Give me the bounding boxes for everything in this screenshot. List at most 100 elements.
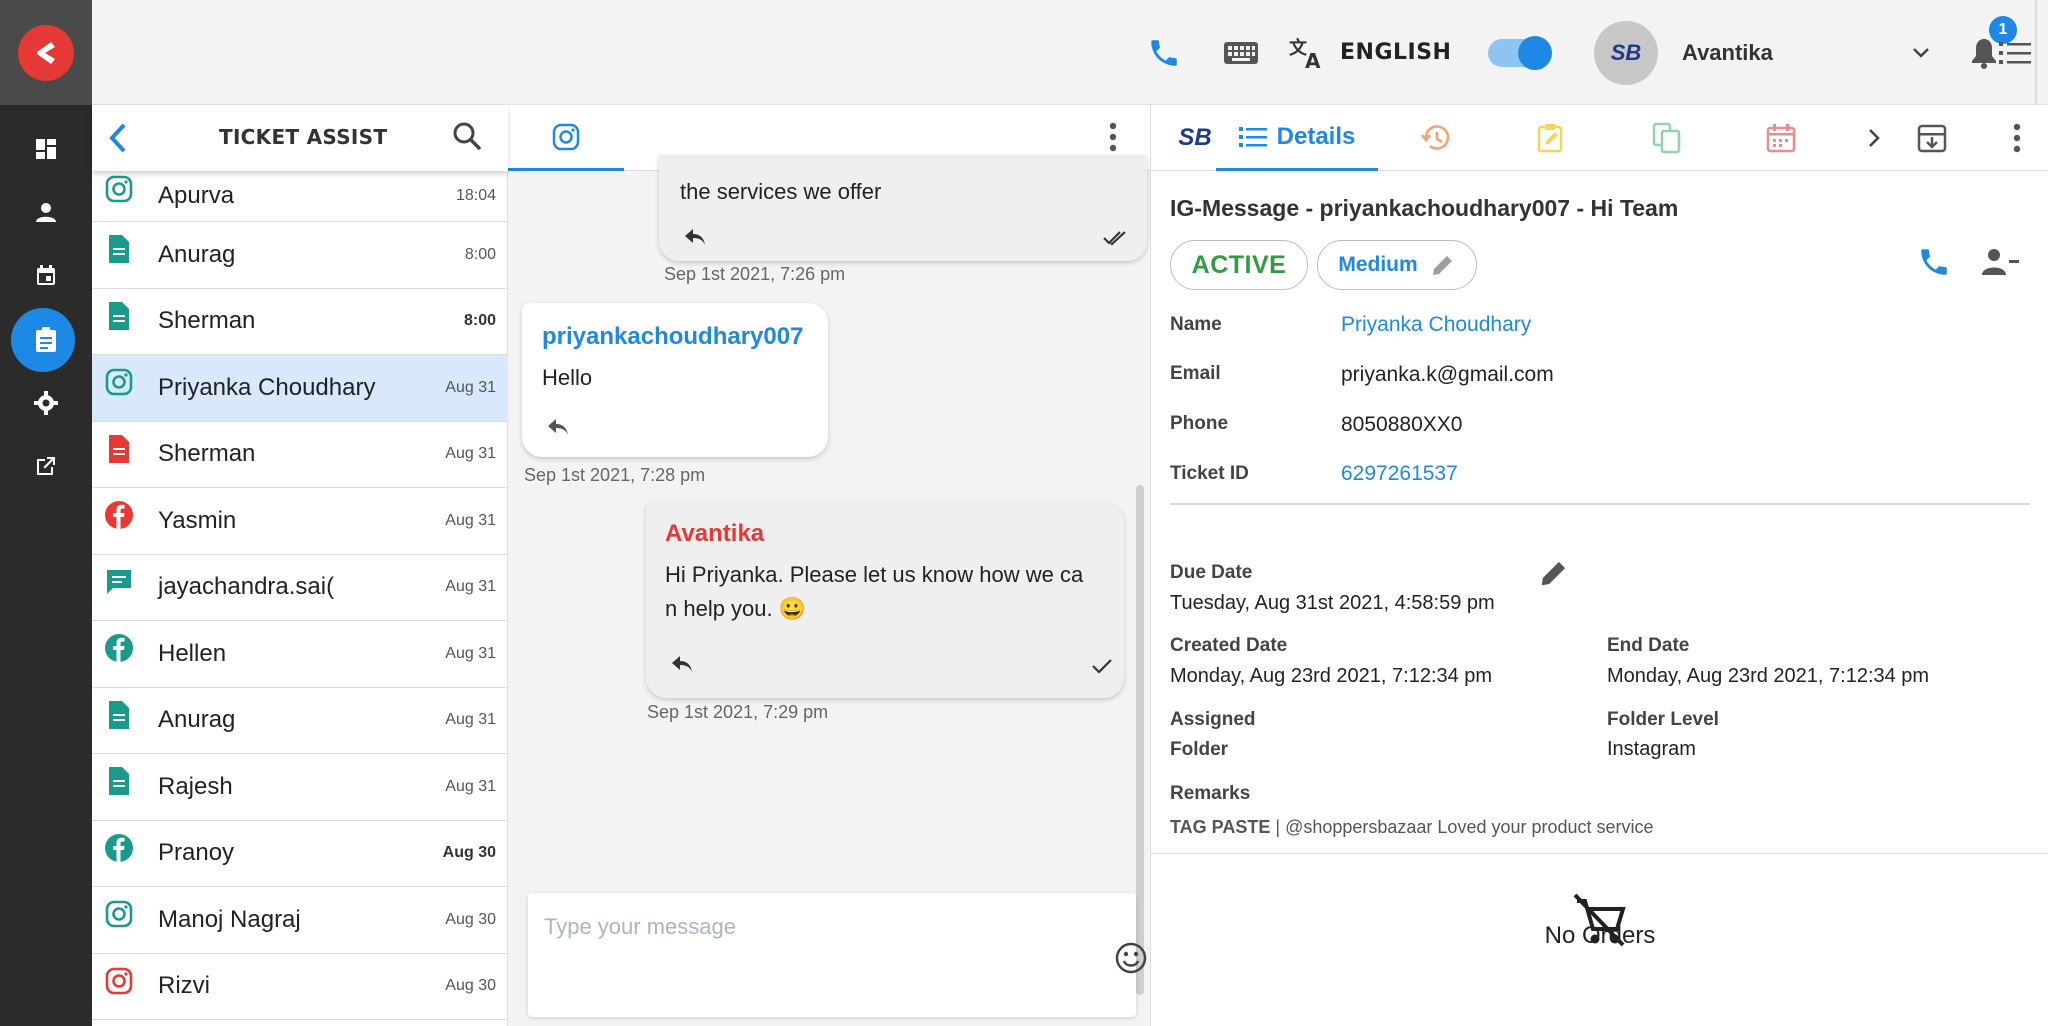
svg-text:A: A bbox=[1305, 49, 1321, 70]
ticket-row[interactable]: Priyanka Choudhary Aug 31 bbox=[92, 355, 508, 422]
ticket-row-time: Aug 31 bbox=[445, 378, 496, 396]
logo-circle bbox=[18, 24, 74, 81]
chevron-down-icon[interactable] bbox=[1912, 0, 1930, 105]
list-icon bbox=[1238, 126, 1267, 147]
ticket-id-value[interactable]: 6297261537 bbox=[1341, 462, 1458, 486]
ticket-row[interactable]: Yasmin Aug 31 bbox=[92, 488, 508, 555]
ticket-row-time: 8:00 bbox=[463, 312, 496, 330]
tab-details[interactable]: Details bbox=[1216, 105, 1378, 171]
ticket-row[interactable]: Anurag 8:00 bbox=[92, 222, 508, 289]
menu-list-icon[interactable] bbox=[1981, 0, 2048, 105]
copy-icon[interactable] bbox=[1642, 105, 1692, 171]
toggle-track bbox=[1488, 35, 1552, 70]
user-avatar[interactable]: SB bbox=[1594, 0, 1658, 105]
message-bubble-outgoing: the services we offer bbox=[659, 155, 1147, 261]
ticket-row[interactable]: Apurva 18:04 bbox=[92, 171, 508, 222]
pencil-icon bbox=[1432, 256, 1452, 275]
gear-icon[interactable] bbox=[0, 376, 92, 430]
calendar-icon[interactable] bbox=[1756, 105, 1806, 171]
translate-icon[interactable]: 文A bbox=[1289, 0, 1327, 105]
due-date-label: Due Date bbox=[1170, 562, 1253, 583]
message-input[interactable] bbox=[544, 907, 1064, 947]
ticket-row-name: Hellen bbox=[158, 639, 227, 667]
tab-instagram[interactable] bbox=[508, 105, 624, 171]
remarks-label: Remarks bbox=[1170, 783, 1251, 804]
app-logo[interactable] bbox=[0, 0, 92, 105]
history-icon[interactable] bbox=[1411, 105, 1461, 171]
ticket-list-panel: TICKET ASSIST Apurva 18:04 Anurag 8:00 Sherm… bbox=[92, 105, 508, 1026]
end-date-value: Monday, Aug 23rd 2021, 7:12:34 pm bbox=[1607, 665, 1930, 687]
status-toggle[interactable] bbox=[1488, 0, 1552, 105]
tab-brand[interactable]: SB bbox=[1173, 105, 1217, 171]
ticket-row[interactable]: Sherman 8:00 bbox=[92, 289, 508, 355]
message-sender: Avantika bbox=[665, 520, 765, 547]
clipboard-icon[interactable] bbox=[0, 313, 92, 367]
instagram-icon bbox=[104, 899, 134, 929]
chat-more-icon[interactable] bbox=[1108, 121, 1118, 158]
instagram-icon bbox=[104, 174, 134, 204]
ticket-row[interactable]: Anurag Aug 31 bbox=[92, 688, 508, 754]
calendar-icon[interactable] bbox=[0, 248, 92, 302]
ticket-row-time: Aug 30 bbox=[442, 844, 496, 862]
document-icon bbox=[104, 234, 134, 264]
phone-icon[interactable] bbox=[1147, 0, 1181, 105]
name-value[interactable]: Priyanka Choudhary bbox=[1341, 313, 1531, 337]
instagram-icon bbox=[104, 367, 134, 397]
search-icon[interactable] bbox=[451, 120, 483, 157]
message-timestamp: Sep 1st 2021, 7:26 pm bbox=[664, 264, 846, 284]
message-timestamp: Sep 1st 2021, 7:29 pm bbox=[647, 702, 829, 722]
emoji-icon[interactable] bbox=[1114, 941, 1148, 980]
chat-scrollbar[interactable] bbox=[1136, 485, 1144, 995]
facebook-icon bbox=[104, 633, 134, 663]
back-arrow-icon[interactable] bbox=[106, 121, 130, 160]
external-link-icon[interactable] bbox=[0, 439, 92, 493]
remarks-content: TAG PASTE | @shoppersbazaar Loved your p… bbox=[1170, 817, 1654, 838]
ticket-row[interactable]: jayachandra.sai(Aug 31 bbox=[92, 555, 508, 621]
orders-section: No Orders bbox=[1151, 853, 2048, 1026]
language-selector[interactable]: ENGLISH bbox=[1340, 0, 1451, 105]
brand-logo-icon: SB bbox=[1178, 124, 1212, 151]
user-icon[interactable] bbox=[0, 185, 92, 239]
document-icon bbox=[104, 434, 134, 464]
ticket-row[interactable]: Pranoy Aug 30 bbox=[92, 821, 508, 887]
call-icon[interactable] bbox=[1917, 245, 1951, 284]
reply-icon[interactable] bbox=[670, 654, 694, 679]
ticket-row-name: Pranoy bbox=[158, 839, 235, 867]
remarks-separator: | bbox=[1275, 817, 1281, 837]
chat-icon bbox=[104, 567, 134, 597]
archive-icon[interactable] bbox=[1907, 105, 1957, 171]
document-icon bbox=[104, 766, 134, 796]
user-menu[interactable]: Avantika bbox=[1682, 0, 1773, 105]
details-panel: SB Details IG-Message - priyankachoudhar… bbox=[1150, 105, 2048, 1026]
ticket-row-name: Apurva bbox=[158, 182, 235, 209]
remove-user-icon[interactable] bbox=[1981, 247, 2019, 282]
phone-value: 8050880XX0 bbox=[1341, 413, 1463, 436]
reply-icon[interactable] bbox=[546, 417, 570, 442]
tab-details-label: Details bbox=[1276, 122, 1356, 150]
edit-note-icon[interactable] bbox=[1526, 105, 1576, 171]
check-icon bbox=[1092, 658, 1112, 679]
ticket-row[interactable]: Hellen Aug 31 bbox=[92, 621, 508, 688]
ticket-row-name: Rajesh bbox=[158, 772, 233, 800]
keyboard-icon[interactable] bbox=[1223, 0, 1259, 105]
details-more-icon[interactable] bbox=[2002, 105, 2032, 171]
chevron-right-icon[interactable] bbox=[1859, 105, 1889, 171]
ticket-row[interactable]: Sherman Aug 31 bbox=[92, 422, 508, 488]
message-timestamp: Sep 1st 2021, 7:28 pm bbox=[524, 465, 706, 485]
ticket-row-time: Aug 31 bbox=[445, 578, 496, 596]
ticket-row[interactable]: Manoj Nagraj Aug 30 bbox=[92, 887, 508, 954]
dashboard-icon[interactable] bbox=[0, 122, 92, 176]
no-orders-label: No Orders bbox=[1544, 922, 1656, 949]
details-divider bbox=[1170, 503, 2030, 505]
ticket-row[interactable]: Rizvi Aug 30 bbox=[92, 954, 508, 1020]
reply-icon[interactable] bbox=[683, 227, 707, 252]
status-badge[interactable]: ACTIVE bbox=[1170, 240, 1308, 290]
ticket-row-time: Aug 30 bbox=[445, 910, 496, 928]
remarks-value: @shoppersbazaar Loved your product servi… bbox=[1285, 817, 1654, 837]
priority-badge[interactable]: Medium bbox=[1317, 240, 1477, 290]
edit-due-date-icon[interactable] bbox=[1538, 557, 1570, 594]
due-date-value: Tuesday, Aug 31st 2021, 4:58:59 pm bbox=[1170, 592, 1495, 614]
assigned-label: Assigned bbox=[1170, 709, 1256, 730]
ticket-row[interactable]: Rajesh Aug 31 bbox=[92, 754, 508, 821]
ticket-list-title: TICKET ASSIST bbox=[219, 125, 388, 149]
